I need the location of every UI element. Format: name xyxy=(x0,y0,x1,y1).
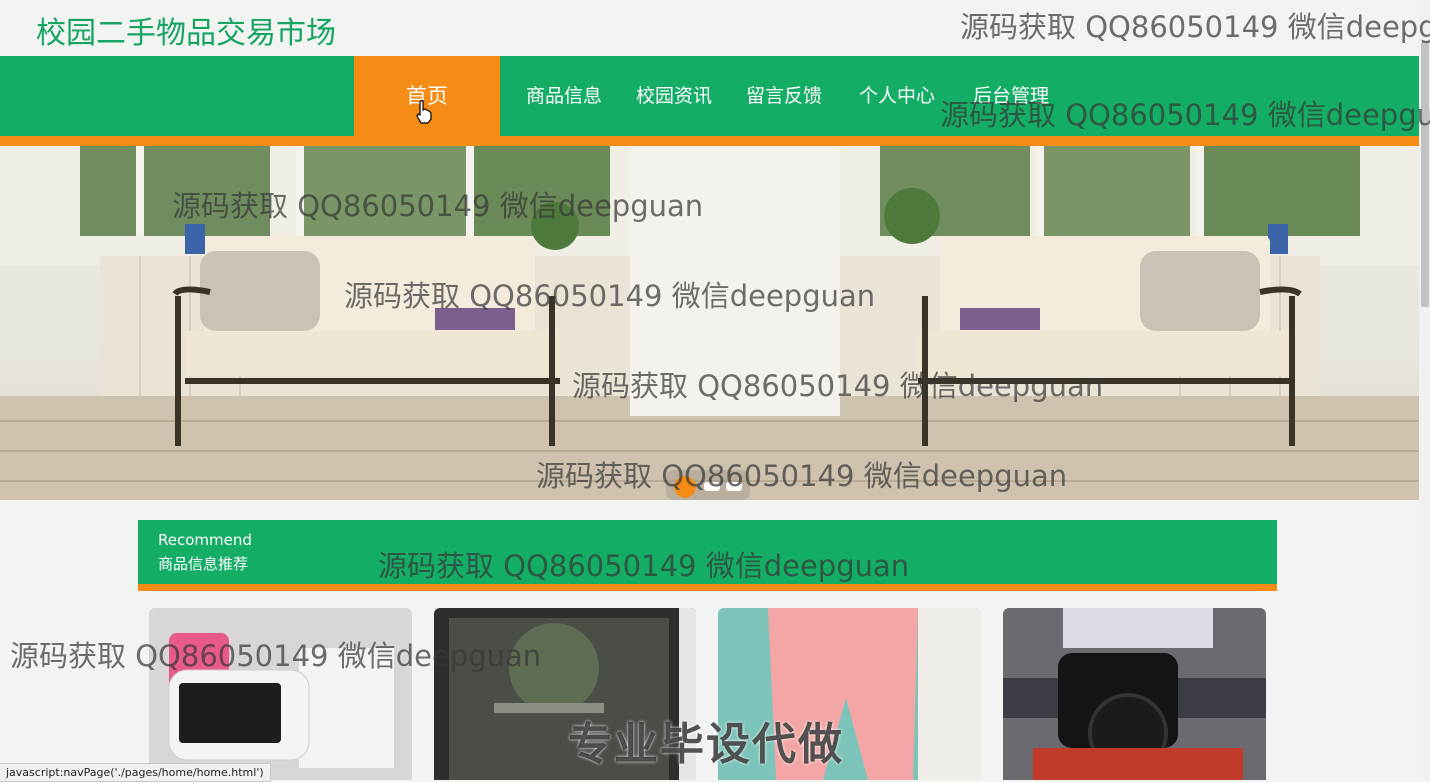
carousel-dot-2[interactable] xyxy=(704,482,720,491)
carousel-indicator xyxy=(666,470,750,500)
recommend-title-cn: 商品信息推荐 xyxy=(158,555,249,573)
watermark-overlay-text: 专业毕设代做 xyxy=(568,719,844,770)
watermark-text: 源码获取 QQ86050149 微信deepg xyxy=(960,10,1430,44)
hand-cursor-icon xyxy=(416,100,432,124)
recommend-title-en: Recommend xyxy=(158,531,252,549)
scrollbar-thumb[interactable] xyxy=(1421,42,1429,307)
hero-carousel[interactable] xyxy=(0,146,1419,500)
nav-item-home[interactable]: 首页 xyxy=(354,56,500,136)
product-card-4[interactable] xyxy=(1003,608,1266,780)
product-image-camera-printer xyxy=(149,608,412,780)
carousel-dot-3[interactable] xyxy=(726,482,742,491)
product-image-canon-camera xyxy=(1003,608,1266,780)
nav-item-admin[interactable]: 后台管理 xyxy=(969,56,1053,136)
navbar-accent-strip xyxy=(0,136,1419,146)
carousel-dot-1[interactable] xyxy=(674,476,696,498)
hero-slide-image xyxy=(0,146,1419,500)
recommend-section-header xyxy=(138,520,1277,584)
recommend-accent-strip xyxy=(138,584,1277,591)
nav-item-products[interactable]: 商品信息 xyxy=(522,56,606,136)
product-card-1[interactable] xyxy=(149,608,412,780)
nav-item-feedback[interactable]: 留言反馈 xyxy=(742,56,826,136)
nav-item-news[interactable]: 校园资讯 xyxy=(632,56,716,136)
nav-item-profile[interactable]: 个人中心 xyxy=(855,56,939,136)
site-title: 校园二手物品交易市场 xyxy=(36,16,336,51)
browser-status-bar: javascript:navPage('./pages/home/home.ht… xyxy=(0,763,271,782)
